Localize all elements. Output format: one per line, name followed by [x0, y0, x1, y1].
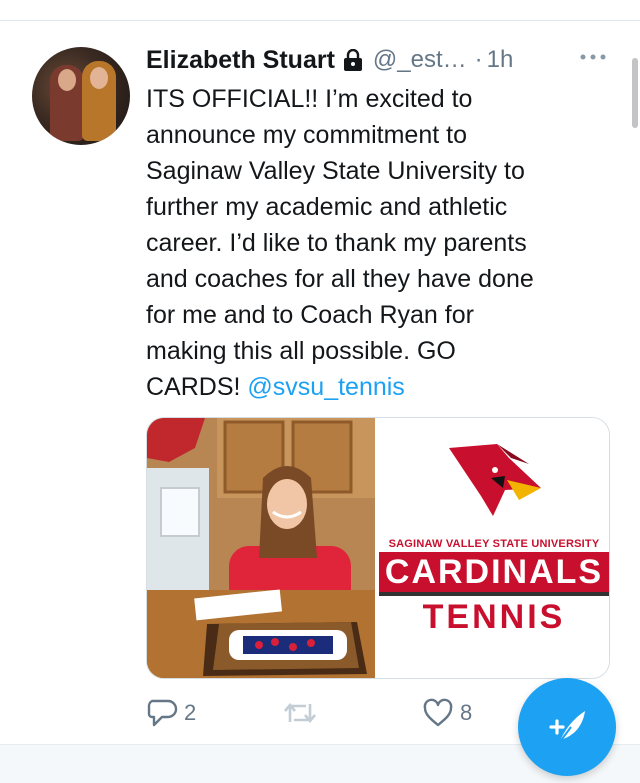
retweet-button[interactable] [282, 697, 324, 729]
media-grid[interactable]: SAGINAW VALLEY STATE UNIVERSITY CARDINAL… [146, 417, 610, 679]
tweet-text-line: further my academic and athletic [146, 193, 508, 221]
tweet-text-prefix: CARDS! [146, 373, 248, 401]
tweet-text-line: announce my commitment to [146, 121, 467, 149]
cardinal-bird-icon [449, 444, 541, 516]
heart-icon [422, 698, 454, 728]
tweet[interactable]: Elizabeth Stuart @_est… · 1h ITS OFFICIA… [0, 21, 640, 743]
retweet-icon [282, 698, 318, 728]
author-name[interactable]: Elizabeth Stuart [146, 46, 335, 75]
tweet-header: Elizabeth Stuart @_est… · 1h [146, 45, 513, 75]
logo-tennis-text: TENNIS [422, 598, 566, 636]
tweet-text-line: and coaches for all they have done [146, 265, 534, 293]
tweet-text-line: ITS OFFICIAL!! I’m excited to [146, 85, 473, 113]
separator-dot: · [474, 46, 483, 73]
reply-count: 2 [184, 700, 197, 725]
lock-icon [343, 48, 363, 71]
cardinals-logo-image[interactable]: SAGINAW VALLEY STATE UNIVERSITY CARDINAL… [379, 418, 609, 678]
reply-icon [146, 698, 178, 728]
timestamp[interactable]: 1h [487, 46, 514, 74]
logo-cardinals-text: CARDINALS [379, 552, 609, 592]
reply-button[interactable]: 2 [146, 697, 196, 729]
avatar[interactable] [32, 47, 130, 145]
like-button[interactable]: 8 [422, 697, 472, 729]
mention-link[interactable]: @svsu_tennis [247, 373, 404, 401]
tweet-text-line: for me and to Coach Ryan for [146, 301, 474, 329]
logo-university-text: SAGINAW VALLEY STATE UNIVERSITY [388, 538, 600, 550]
tweet-text-line: making this all possible. GO [146, 337, 456, 365]
tweet-text-last-line: CARDS! @svsu_tennis [146, 369, 616, 405]
compose-button[interactable] [518, 678, 616, 776]
signing-photo[interactable] [147, 418, 375, 678]
tweet-text-line: Saginaw Valley State University to [146, 157, 525, 185]
compose-feather-icon [545, 703, 589, 752]
tweet-text: ITS OFFICIAL!! I’m excited to announce m… [146, 81, 616, 405]
tweet-text-line: career. I’d like to thank my parents [146, 229, 527, 257]
more-dots-icon[interactable] [578, 47, 608, 67]
like-count: 8 [460, 700, 473, 725]
author-handle[interactable]: @_est… [373, 46, 467, 74]
